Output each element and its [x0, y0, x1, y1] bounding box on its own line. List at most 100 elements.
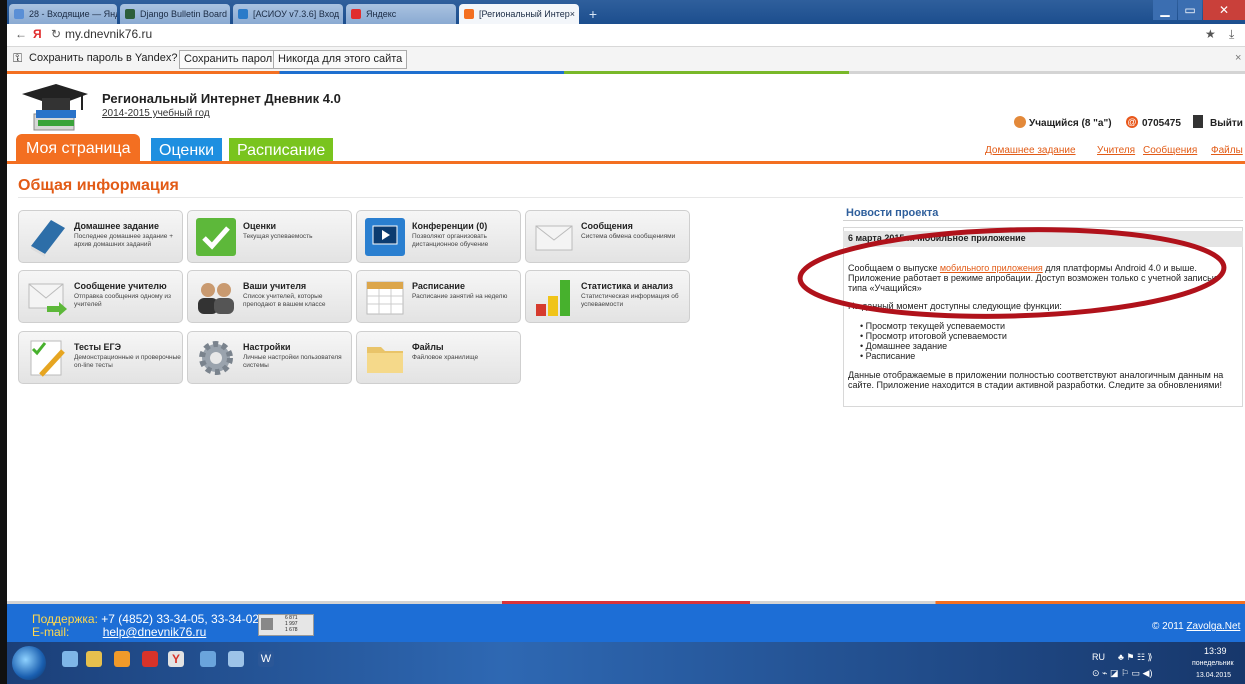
tray-icons[interactable]: ♣ ⚑ ☷ ⟫	[1118, 652, 1153, 663]
minimize-button[interactable]: ▁	[1153, 0, 1177, 20]
save-password-button[interactable]: Сохранить пароль	[179, 50, 283, 69]
explorer-icon[interactable]	[86, 651, 102, 667]
envelope-arrow-icon	[28, 283, 67, 316]
tab-my-page[interactable]: Моя страница	[16, 134, 141, 162]
tile-conferences[interactable]: Конференции (0) Позволяют организовать д…	[356, 210, 521, 263]
left-dark-strip	[0, 0, 7, 684]
app-icon-2[interactable]	[228, 651, 244, 667]
test-pencil-icon	[30, 340, 65, 377]
yandex-logo[interactable]: Я	[33, 27, 42, 41]
url-field[interactable]: my.dnevnik76.ru	[65, 27, 152, 41]
tab-yandex[interactable]: Яндекс	[346, 4, 456, 24]
tile-schedule[interactable]: Расписание Расписание занятий на неделю	[356, 270, 521, 323]
tab-mail[interactable]: 28 - Входящие — Янде	[9, 4, 117, 24]
book-icon	[31, 220, 65, 257]
link-teachers[interactable]: Учителя	[1097, 145, 1135, 156]
dnevnik-icon	[464, 9, 474, 19]
address-bar: ← Я ↻ my.dnevnik76.ru ★ ⤓	[7, 24, 1245, 47]
close-bar-icon[interactable]: ×	[1235, 52, 1241, 64]
user-id[interactable]: 0705475	[1142, 118, 1181, 129]
support-email: E-mail: help@dnevnik76.ru	[32, 625, 207, 639]
input-language[interactable]: RU	[1092, 652, 1105, 662]
maximize-button[interactable]: ▭	[1178, 0, 1202, 20]
graduation-cap-logo[interactable]	[18, 80, 90, 140]
news-paragraph-3: Данные отображаемые в приложении полност…	[848, 370, 1224, 390]
clock-date[interactable]: 13.04.2015	[1196, 672, 1231, 679]
tab-schedule[interactable]: Расписание	[229, 138, 334, 162]
video-screen-icon	[365, 218, 405, 256]
tabs-underline	[7, 161, 1245, 164]
at-icon: @	[1126, 116, 1138, 128]
news-list-item: • Просмотр текущей успеваемости	[860, 321, 1005, 331]
folder-icon	[367, 347, 403, 373]
link-messages[interactable]: Сообщения	[1143, 145, 1197, 156]
ie-icon[interactable]	[62, 651, 78, 667]
yandex-browser-icon[interactable]: Y	[168, 651, 184, 667]
media-player-icon[interactable]	[114, 651, 130, 667]
checkmark-icon	[196, 218, 236, 256]
windows-taskbar	[7, 642, 1245, 684]
bar-chart-icon	[536, 280, 570, 316]
envelope-icon	[535, 225, 573, 251]
tab-asiou[interactable]: [АСИОУ v7.3.6] Вход	[233, 4, 343, 24]
tile-files[interactable]: Файлы Файловое хранилище	[356, 331, 521, 384]
save-password-question: Сохранить пароль в Yandex?	[29, 52, 178, 64]
link-homework[interactable]: Домашнее задание	[985, 145, 1076, 156]
zavolga-link[interactable]: Zavolga.Net	[1186, 621, 1240, 632]
tile-settings[interactable]: Настройки Личные настройки пользователя …	[187, 331, 352, 384]
copyright: © 2011 Zavolga.Net	[1152, 621, 1241, 632]
clock-day[interactable]: понедельник	[1192, 660, 1234, 667]
red-annotation-oval	[797, 227, 1227, 319]
tile-homework[interactable]: Домашнее задание Последнее домашнее зада…	[18, 210, 183, 263]
link-files[interactable]: Файлы	[1211, 145, 1243, 156]
app-icon[interactable]	[200, 651, 216, 667]
people-icon	[198, 283, 234, 314]
email-link[interactable]: help@dnevnik76.ru	[103, 625, 207, 639]
exit-door-icon	[1193, 115, 1203, 128]
tile-message-teacher[interactable]: Сообщение учителю Отправка сообщения одн…	[18, 270, 183, 323]
tile-messages[interactable]: Сообщения Система обмена сообщениями	[525, 210, 690, 263]
asiou-icon	[238, 9, 248, 19]
mail-icon	[14, 9, 24, 19]
calendar-icon	[366, 281, 404, 315]
logout-link[interactable]: Выйти	[1210, 118, 1243, 129]
counter-logo-icon	[261, 618, 273, 630]
support-phones: Поддержка: +7 (4852) 33-34-05, 33-34-02	[32, 612, 260, 626]
clock-time[interactable]: 13:39	[1204, 646, 1227, 656]
tab-grades[interactable]: Оценки	[151, 138, 223, 162]
tab-dnevnik-active[interactable]: [Региональный Интер ×	[459, 4, 579, 24]
visit-counter[interactable]: 6 871 1 997 1 678	[258, 614, 314, 636]
section-title: Общая информация	[18, 177, 179, 194]
save-password-bar: ⚿ Сохранить пароль в Yandex? Сохранить п…	[7, 47, 1245, 72]
bookmark-star-icon[interactable]: ★	[1205, 27, 1216, 41]
download-icon[interactable]: ⤓	[1229, 27, 1234, 42]
tab-django[interactable]: Django Bulletin Board	[120, 4, 230, 24]
never-save-button[interactable]: Никогда для этого сайта	[273, 50, 408, 69]
color-stripe	[7, 71, 1245, 74]
site-title: Региональный Интернет Дневник 4.0	[102, 91, 341, 106]
opera-icon[interactable]	[142, 651, 158, 667]
news-divider	[843, 220, 1243, 221]
start-button[interactable]	[12, 646, 46, 680]
new-tab-button[interactable]: +	[583, 6, 603, 22]
gear-icon	[199, 341, 233, 375]
news-list-item: • Просмотр итоговой успеваемости	[860, 331, 1007, 341]
news-list-item: • Расписание	[860, 351, 916, 361]
user-role[interactable]: Учащийся (8 "а")	[1029, 118, 1112, 129]
tile-teachers[interactable]: Ваши учителя Список учителей, которые пр…	[187, 270, 352, 323]
browser-tab-bar: 28 - Входящие — Янде Django Bulletin Boa…	[7, 0, 1245, 24]
tray-icons-row2[interactable]: ⊙ ⌁ ◪ ⚐ ▭ ◀)	[1092, 668, 1152, 679]
tab-close-icon[interactable]: ×	[570, 4, 575, 24]
back-arrow-icon[interactable]: ←	[15, 27, 27, 41]
django-icon	[125, 9, 135, 19]
reload-icon[interactable]: ↻	[51, 27, 61, 41]
word-icon[interactable]: W	[258, 651, 274, 667]
school-year[interactable]: 2014-2015 учебный год	[102, 108, 210, 119]
close-window-button[interactable]: ✕	[1203, 0, 1245, 20]
tile-grades[interactable]: Оценки Текущая успеваемость	[187, 210, 352, 263]
tile-ege-tests[interactable]: Тесты ЕГЭ Демонстрационные и проверочные…	[18, 331, 183, 384]
key-icon: ⚿	[13, 51, 23, 65]
news-title: Новости проекта	[846, 207, 939, 219]
news-list-item: • Домашнее задание	[860, 341, 948, 351]
tile-statistics[interactable]: Статистика и анализ Статистическая инфор…	[525, 270, 690, 323]
